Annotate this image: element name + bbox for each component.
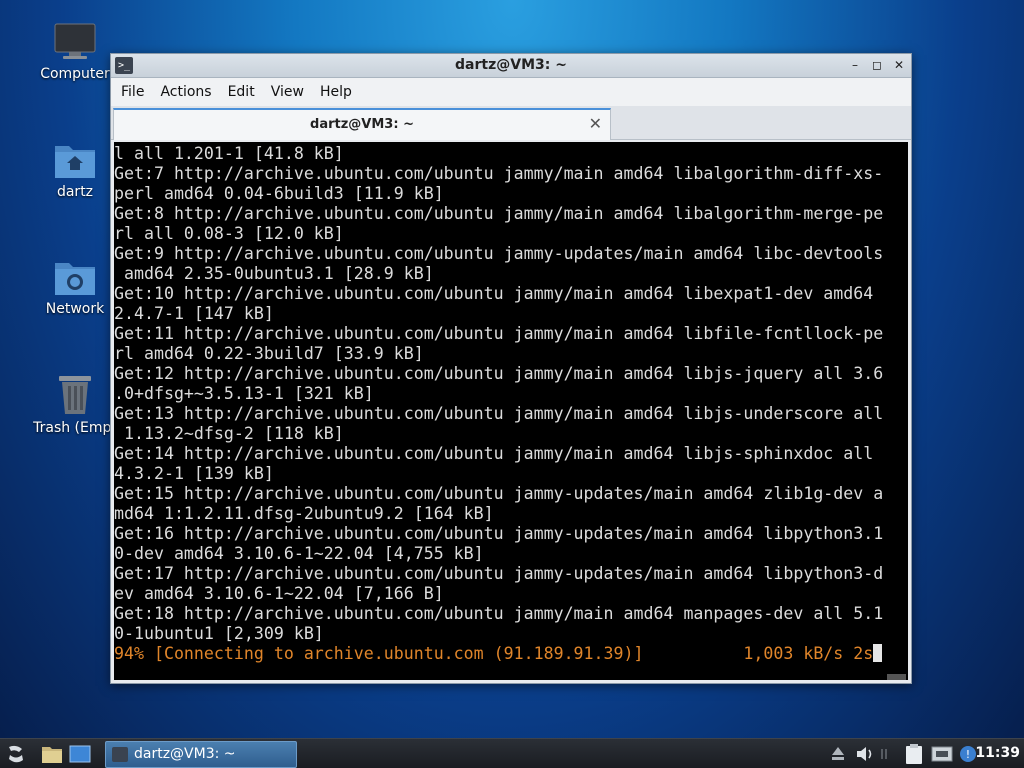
terminal-line: .0+dfsg+~3.5.13-1 [321 kB] — [114, 384, 374, 403]
terminal-line: amd64 2.35-0ubuntu3.1 [28.9 kB] — [114, 264, 434, 283]
terminal-line: Get:10 http://archive.ubuntu.com/ubuntu … — [114, 284, 874, 303]
start-menu-icon[interactable] — [6, 743, 26, 765]
volume-icon[interactable] — [854, 743, 876, 765]
tab-close-icon[interactable]: ✕ — [589, 114, 602, 133]
menu-file[interactable]: File — [115, 84, 154, 100]
terminal-line: l all 1.201-1 [41.8 kB] — [114, 144, 344, 163]
terminal-cursor — [873, 644, 883, 662]
desktop-icon-label: Computer — [40, 66, 110, 82]
terminal-line: 4.3.2-1 [139 kB] — [114, 464, 274, 483]
close-icon[interactable]: ✕ — [891, 57, 907, 73]
terminal-line: 2.4.7-1 [147 kB] — [114, 304, 274, 323]
tab-title: dartz@VM3: ~ — [310, 117, 414, 132]
menu-view[interactable]: View — [265, 84, 314, 100]
maximize-icon[interactable]: ◻ — [869, 57, 885, 73]
tray-expand-icon[interactable] — [880, 743, 892, 765]
scrollbar-thumb[interactable] — [887, 674, 906, 680]
menu-edit[interactable]: Edit — [222, 84, 265, 100]
terminal-line: Get:13 http://archive.ubuntu.com/ubuntu … — [114, 404, 884, 423]
menu-actions[interactable]: Actions — [154, 84, 221, 100]
terminal-line: 0-dev amd64 3.10.6-1~22.04 [4,755 kB] — [114, 544, 484, 563]
clipboard-icon[interactable] — [902, 743, 926, 765]
svg-text:!: ! — [966, 748, 970, 761]
taskbar-task-terminal[interactable]: dartz@VM3: ~ — [105, 741, 297, 768]
terminal-line: Get:16 http://archive.ubuntu.com/ubuntu … — [114, 524, 884, 543]
progress-text: 94% [Connecting to archive.ubuntu.com (9… — [114, 644, 874, 663]
terminal-scrollbar[interactable] — [885, 142, 908, 680]
taskbar: dartz@VM3: ~ ! 11:39 — [0, 738, 1024, 768]
terminal-output[interactable]: l all 1.201-1 [41.8 kB] Get:7 http://arc… — [114, 142, 885, 680]
network-folder-icon — [55, 263, 95, 295]
menu-help[interactable]: Help — [314, 84, 362, 100]
tab-terminal[interactable]: dartz@VM3: ~ ✕ — [113, 108, 611, 140]
menu-bar: File Actions Edit View Help — [111, 78, 911, 106]
desktop-icon-label: Trash (Empt — [33, 420, 117, 436]
terminal-line: Get:12 http://archive.ubuntu.com/ubuntu … — [114, 364, 884, 383]
terminal-line: perl amd64 0.04-6build3 [11.9 kB] — [114, 184, 444, 203]
terminal-line: Get:7 http://archive.ubuntu.com/ubuntu j… — [114, 164, 884, 183]
computer-icon — [54, 23, 96, 59]
taskbar-clock[interactable]: 11:39 — [975, 745, 1020, 761]
trash-icon — [59, 376, 91, 414]
tab-bar: dartz@VM3: ~ ✕ — [111, 106, 911, 140]
terminal-line: Get:14 http://archive.ubuntu.com/ubuntu … — [114, 444, 874, 463]
taskbar-task-label: dartz@VM3: ~ — [134, 746, 236, 762]
terminal-line: Get:11 http://archive.ubuntu.com/ubuntu … — [114, 324, 884, 343]
terminal-line: md64 1:1.2.11.dfsg-2ubuntu9.2 [164 kB] — [114, 504, 494, 523]
terminal-line: 0-1ubuntu1 [2,309 kB] — [114, 624, 324, 643]
desktop-icon-label: dartz — [56, 184, 94, 200]
eject-icon[interactable] — [830, 743, 846, 765]
terminal-line: Get:9 http://archive.ubuntu.com/ubuntu j… — [114, 244, 884, 263]
terminal-window: >_ dartz@VM3: ~ – ◻ ✕ File Actions Edit … — [110, 53, 912, 684]
terminal-progress-line: 94% [Connecting to archive.ubuntu.com (9… — [114, 644, 885, 664]
show-desktop-icon[interactable] — [68, 743, 92, 765]
terminal-line: ev amd64 3.10.6-1~22.04 [7,166 B] — [114, 584, 444, 603]
terminal-line: Get:18 http://archive.ubuntu.com/ubuntu … — [114, 604, 884, 623]
terminal-line: 1.13.2~dfsg-2 [118 kB] — [114, 424, 344, 443]
home-folder-icon — [55, 146, 95, 178]
terminal-task-icon — [112, 747, 128, 762]
terminal-line: rl amd64 0.22-3build7 [33.9 kB] — [114, 344, 424, 363]
desktop-icon-label: Network — [45, 301, 105, 317]
window-titlebar[interactable]: >_ dartz@VM3: ~ – ◻ ✕ — [111, 54, 911, 78]
terminal-line: Get:8 http://archive.ubuntu.com/ubuntu j… — [114, 204, 884, 223]
terminal-line: rl all 0.08-3 [12.0 kB] — [114, 224, 344, 243]
terminal-line: Get:17 http://archive.ubuntu.com/ubuntu … — [114, 564, 884, 583]
terminal-line: Get:15 http://archive.ubuntu.com/ubuntu … — [114, 484, 884, 503]
file-manager-icon[interactable] — [40, 743, 64, 765]
network-status-icon[interactable] — [930, 743, 954, 765]
window-title: dartz@VM3: ~ — [455, 57, 567, 73]
minimize-icon[interactable]: – — [847, 57, 863, 73]
